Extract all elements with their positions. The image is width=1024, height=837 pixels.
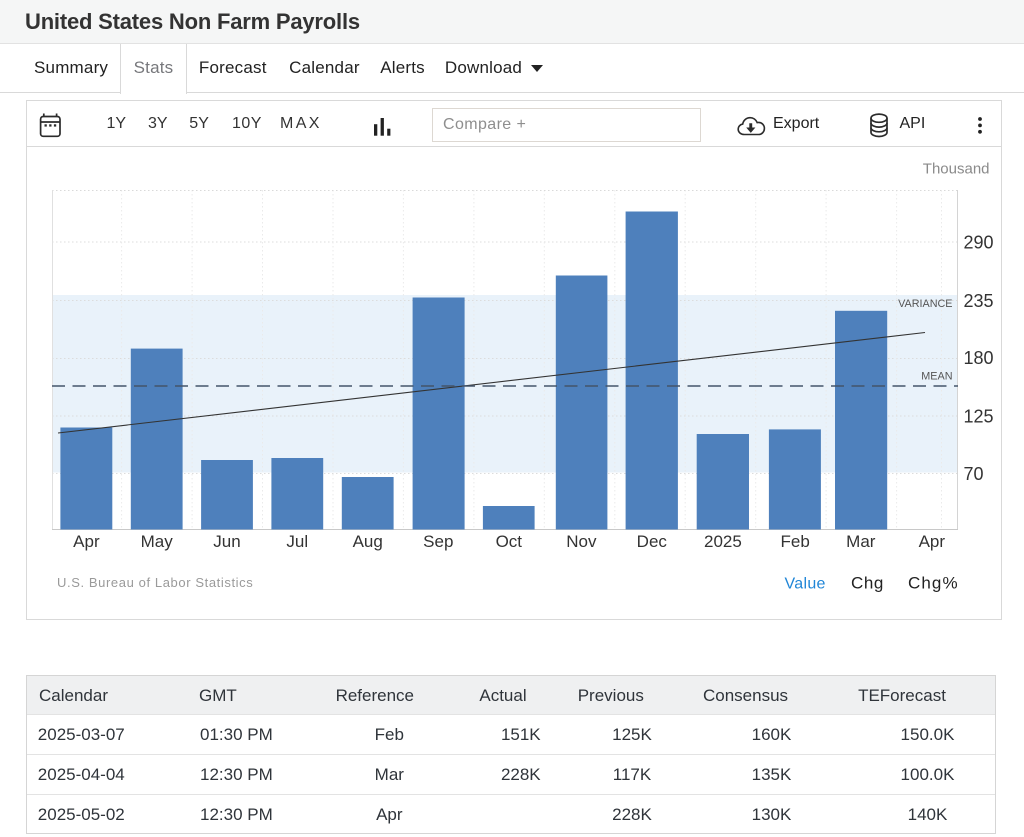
svg-text:Apr: Apr — [73, 532, 100, 551]
svg-text:Value: Value — [785, 576, 826, 593]
svg-text:Chg%: Chg% — [908, 574, 959, 593]
svg-text:U.S. Bureau of Labor Statistic: U.S. Bureau of Labor Statistics — [57, 575, 253, 590]
svg-text:May: May — [141, 532, 174, 551]
svg-text:Jun: Jun — [213, 532, 240, 551]
svg-text:180: 180 — [964, 348, 994, 368]
svg-text:125: 125 — [964, 407, 994, 427]
svg-text:290: 290 — [964, 233, 994, 253]
svg-text:Chg: Chg — [851, 574, 884, 593]
svg-text:Nov: Nov — [566, 532, 597, 551]
svg-text:Feb: Feb — [781, 532, 810, 551]
svg-text:Dec: Dec — [637, 532, 668, 551]
svg-text:235: 235 — [964, 291, 994, 311]
svg-text:Sep: Sep — [423, 532, 453, 551]
svg-text:Oct: Oct — [496, 532, 523, 551]
svg-text:Apr: Apr — [919, 532, 946, 551]
svg-text:Aug: Aug — [353, 532, 383, 551]
svg-text:Mar: Mar — [846, 532, 876, 551]
svg-text:70: 70 — [964, 464, 984, 484]
svg-text:Jul: Jul — [286, 532, 308, 551]
svg-text:VARIANCE: VARIANCE — [898, 298, 952, 310]
svg-text:MEAN: MEAN — [921, 371, 952, 383]
svg-text:2025: 2025 — [704, 532, 742, 551]
svg-text:Thousand: Thousand — [923, 161, 990, 178]
